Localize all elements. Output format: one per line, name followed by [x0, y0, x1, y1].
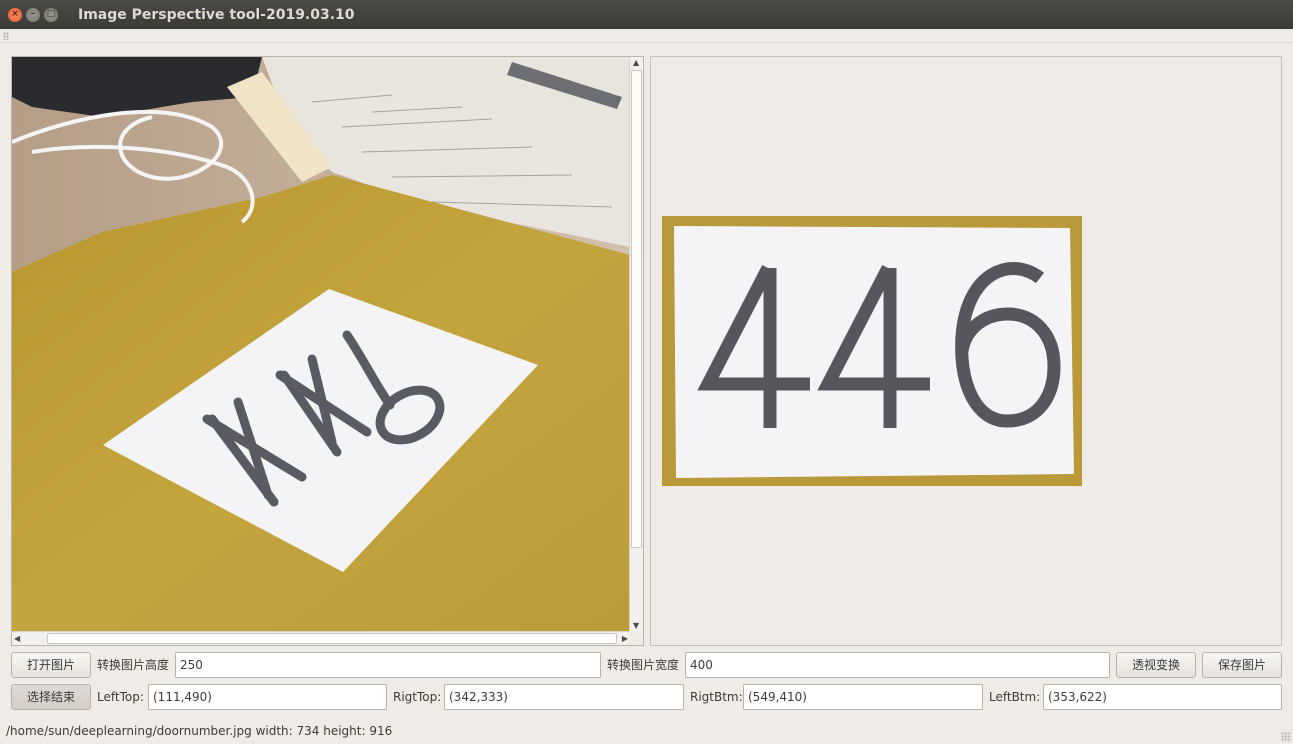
- maximize-window-button[interactable]: □: [44, 7, 58, 22]
- lefttop-input[interactable]: (111,490): [148, 684, 387, 710]
- toolbar-strip: [0, 29, 1293, 43]
- window-title: Image Perspective tool-2019.03.10: [78, 6, 355, 23]
- horizontal-scroll-thumb[interactable]: [47, 633, 617, 644]
- resize-grip[interactable]: [1281, 732, 1291, 742]
- save-image-button[interactable]: 保存图片: [1202, 652, 1282, 678]
- rigttop-input[interactable]: (342,333): [444, 684, 684, 710]
- rigtbtm-label: RigtBtm:: [690, 690, 743, 704]
- toolbar-grip[interactable]: [3, 32, 9, 40]
- width-label: 转换图片宽度: [607, 658, 680, 672]
- scroll-down-icon[interactable]: ▼: [633, 622, 639, 630]
- scroll-left-icon[interactable]: ◀: [14, 635, 20, 643]
- scroll-right-icon[interactable]: ▶: [622, 635, 628, 643]
- height-label: 转换图片高度: [97, 658, 170, 672]
- close-icon: ×: [11, 9, 19, 19]
- lefttop-label: LeftTop:: [97, 690, 144, 704]
- rigtbtm-input[interactable]: (549,410): [743, 684, 983, 710]
- select-done-button[interactable]: 选择结束: [11, 684, 91, 710]
- maximize-icon: □: [46, 9, 56, 19]
- source-image-viewport[interactable]: [12, 57, 630, 632]
- minimize-window-button[interactable]: –: [26, 7, 40, 22]
- minimize-icon: –: [30, 9, 36, 19]
- height-input[interactable]: 250: [175, 652, 601, 678]
- vertical-scroll-thumb[interactable]: [631, 70, 642, 548]
- open-image-button[interactable]: 打开图片: [11, 652, 91, 678]
- perspective-transform-button[interactable]: 透视变换: [1116, 652, 1196, 678]
- horizontal-scrollbar[interactable]: ◀ ▶: [12, 631, 630, 645]
- vertical-scrollbar[interactable]: ▲ ▼: [629, 57, 643, 632]
- source-image-panel: ▲ ▼ ◀ ▶: [11, 56, 644, 646]
- leftbtm-input[interactable]: (353,622): [1043, 684, 1282, 710]
- rigttop-label: RigtTop:: [393, 690, 442, 704]
- title-bar: × – □ Image Perspective tool-2019.03.10: [0, 0, 1293, 29]
- scroll-up-icon[interactable]: ▲: [633, 59, 639, 67]
- status-bar-text: /home/sun/deeplearning/doornumber.jpg wi…: [6, 724, 393, 738]
- width-input[interactable]: 400: [685, 652, 1110, 678]
- close-window-button[interactable]: ×: [8, 7, 22, 22]
- source-photo[interactable]: [12, 57, 630, 632]
- result-image-panel: [650, 56, 1282, 646]
- window-buttons: × – □: [8, 7, 58, 22]
- leftbtm-label: LeftBtm:: [989, 690, 1041, 704]
- scroll-corner: [629, 631, 643, 645]
- transformed-photo: [662, 216, 1082, 486]
